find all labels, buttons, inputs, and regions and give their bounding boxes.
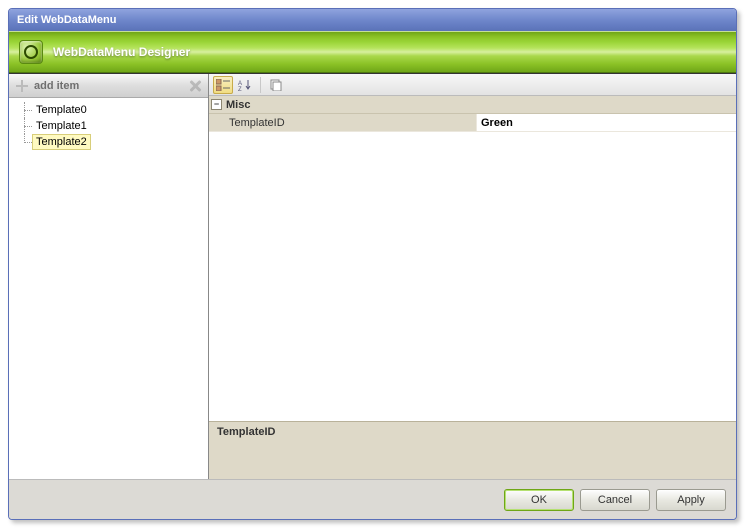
property-panel: A Z — [209, 74, 736, 479]
tree-connector-icon — [21, 102, 33, 118]
property-value-input[interactable] — [477, 114, 736, 131]
tree-item[interactable]: Template1 — [13, 118, 204, 134]
tree-item[interactable]: Template0 — [13, 102, 204, 118]
collapse-icon[interactable]: − — [211, 99, 222, 110]
apply-button[interactable]: Apply — [656, 489, 726, 511]
categorized-button[interactable] — [213, 76, 233, 94]
delete-item-icon[interactable] — [188, 79, 202, 93]
cancel-button[interactable]: Cancel — [580, 489, 650, 511]
toolbar-separator — [260, 77, 261, 93]
sidebar: add item Template0 Template1 Template2 — [9, 74, 209, 479]
svg-text:Z: Z — [238, 87, 242, 91]
titlebar[interactable]: Edit WebDataMenu — [9, 9, 736, 31]
tree-item-label: Template1 — [33, 119, 90, 133]
content-area: add item Template0 Template1 Template2 — [9, 73, 736, 479]
category-label: Misc — [226, 99, 250, 111]
window: Edit WebDataMenu WebDataMenu Designer ad… — [8, 8, 737, 520]
tree-item-label: Template0 — [33, 103, 90, 117]
property-grid: − Misc TemplateID — [209, 96, 736, 421]
property-pages-icon — [267, 77, 285, 93]
tree-connector-icon — [21, 134, 33, 150]
categorized-icon — [214, 77, 232, 93]
ok-button[interactable]: OK — [504, 489, 574, 511]
description-title: TemplateID — [217, 426, 728, 438]
description-pane: TemplateID — [209, 421, 736, 479]
property-category[interactable]: − Misc — [209, 96, 736, 114]
tree-item[interactable]: Template2 — [13, 134, 204, 150]
designer-title: WebDataMenu Designer — [53, 45, 190, 59]
add-item-label: add item — [34, 80, 79, 92]
item-tree: Template0 Template1 Template2 — [9, 98, 208, 479]
tree-item-label: Template2 — [33, 135, 90, 149]
alphabetical-icon: A Z — [236, 77, 254, 93]
app-icon — [19, 40, 43, 64]
property-name: TemplateID — [209, 114, 477, 131]
property-toolbar: A Z — [209, 74, 736, 96]
dialog-footer: OK Cancel Apply — [9, 479, 736, 519]
window-title: Edit WebDataMenu — [17, 14, 116, 26]
tree-connector-icon — [21, 118, 33, 134]
property-pages-button[interactable] — [266, 76, 286, 94]
plus-icon — [15, 79, 29, 93]
property-row[interactable]: TemplateID — [209, 114, 736, 132]
add-item-button[interactable]: add item — [9, 74, 208, 98]
alphabetical-button[interactable]: A Z — [235, 76, 255, 94]
designer-header: WebDataMenu Designer — [9, 31, 736, 73]
